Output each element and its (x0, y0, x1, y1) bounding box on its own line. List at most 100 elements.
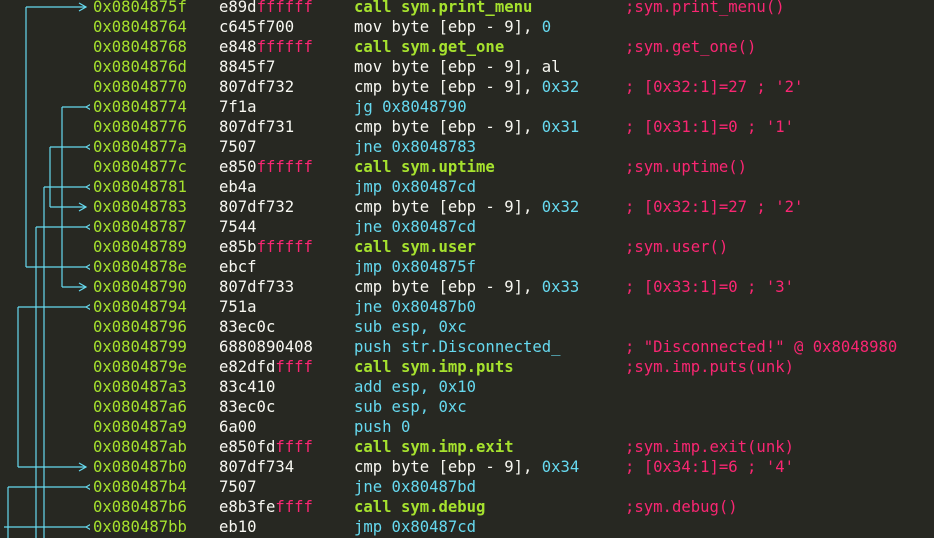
instruction-text[interactable]: call sym.debug (354, 497, 485, 517)
instruction-bytes: 6880890408 (219, 338, 313, 356)
instruction-bytes: 807df732 (219, 198, 295, 216)
instruction-address[interactable]: 0x0804875f (93, 0, 187, 17)
instruction-bytes: e848ffffff (219, 38, 313, 56)
arrow-head (84, 104, 90, 110)
instruction-address[interactable]: 0x080487b6 (93, 497, 187, 517)
instruction-comment: ; "Disconnected!" @ 0x8048980 (625, 338, 898, 356)
instruction-text[interactable]: sub esp, 0xc (354, 397, 467, 417)
instruction-address[interactable]: 0x080487a9 (93, 417, 187, 437)
instruction-text[interactable]: mov byte [ebp - 9], al (354, 57, 561, 77)
instruction-text[interactable]: jne 0x80487b0 (354, 297, 476, 317)
instruction-bytes: 8845f7 (219, 58, 276, 76)
instruction-text[interactable]: call sym.uptime (354, 157, 495, 177)
instruction-address[interactable]: 0x08048790 (93, 277, 187, 297)
instruction-address[interactable]: 0x080487ab (93, 437, 187, 457)
instruction-address[interactable]: 0x08048781 (93, 177, 187, 197)
instruction-bytes: e850fdffff (219, 438, 313, 456)
instruction-address[interactable]: 0x0804879e (93, 357, 187, 377)
instruction-text[interactable]: jmp 0x80487cd (354, 177, 476, 197)
instruction-text[interactable]: jmp 0x804875f (354, 257, 476, 277)
instruction-address[interactable]: 0x08048789 (93, 237, 187, 257)
instruction-text[interactable]: add esp, 0x10 (354, 377, 476, 397)
instruction-address[interactable]: 0x080487a3 (93, 377, 187, 397)
instruction-address[interactable]: 0x08048783 (93, 197, 187, 217)
instruction-text[interactable]: sub esp, 0xc (354, 317, 467, 337)
instruction-address[interactable]: 0x08048770 (93, 77, 187, 97)
instruction-comment: ;sym.user() (625, 238, 729, 256)
instruction-bytes: 807df732 (219, 78, 295, 96)
instruction-text[interactable]: jg 0x8048790 (354, 97, 467, 117)
instruction-address[interactable]: 0x08048774 (93, 97, 187, 117)
instruction-text[interactable]: cmp byte [ebp - 9], 0x34 (354, 457, 579, 477)
instruction-bytes: c645f700 (219, 18, 295, 36)
jump-arrows (4, 2, 90, 538)
instruction-comment: ;sym.uptime() (625, 158, 748, 176)
instruction-address[interactable]: 0x08048776 (93, 117, 187, 137)
instruction-address[interactable]: 0x08048764 (93, 17, 187, 37)
instruction-bytes: 7f1a (219, 98, 257, 116)
instruction-bytes: e82dfdffff (219, 358, 313, 376)
instruction-address[interactable]: 0x080487b0 (93, 457, 187, 477)
instruction-address[interactable]: 0x08048768 (93, 37, 187, 57)
instruction-bytes: e8b3feffff (219, 498, 313, 516)
arrow-head (84, 264, 90, 270)
instruction-comment: ; [0x32:1]=27 ; '2' (625, 78, 804, 96)
instruction-bytes: 7544 (219, 218, 257, 236)
instruction-text[interactable]: jne 0x80487bd (354, 477, 476, 497)
instruction-text[interactable]: call sym.get_one (354, 37, 504, 57)
instruction-bytes: 807df734 (219, 458, 295, 476)
instruction-text[interactable]: jne 0x80487cd (354, 217, 476, 237)
arrow-head (84, 224, 90, 230)
instruction-comment: ; [0x31:1]=0 ; '1' (625, 118, 794, 136)
instruction-bytes: 83ec0c (219, 398, 276, 416)
instruction-address[interactable]: 0x08048794 (93, 297, 187, 317)
instruction-address[interactable]: 0x08048796 (93, 317, 187, 337)
instruction-bytes: 7507 (219, 138, 257, 156)
instruction-text[interactable]: jne 0x8048783 (354, 137, 476, 157)
instruction-text[interactable]: cmp byte [ebp - 9], 0x33 (354, 277, 579, 297)
instruction-text[interactable]: jmp 0x80487cd (354, 517, 476, 537)
instruction-bytes: 7507 (219, 478, 257, 496)
instruction-text[interactable]: call sym.imp.puts (354, 357, 514, 377)
instruction-text[interactable]: cmp byte [ebp - 9], 0x31 (354, 117, 579, 137)
instruction-bytes: 751a (219, 298, 257, 316)
instruction-text[interactable]: push str.Disconnected_ (354, 337, 561, 357)
instruction-text[interactable]: mov byte [ebp - 9], 0 (354, 17, 551, 37)
instruction-comment: ; [0x33:1]=0 ; '3' (625, 278, 794, 296)
instruction-comment: ;sym.get_one() (625, 38, 757, 56)
arrow-head (84, 184, 90, 190)
instruction-bytes: e85bffffff (219, 238, 313, 256)
instruction-comment: ;sym.debug() (625, 498, 738, 516)
instruction-address[interactable]: 0x0804876d (93, 57, 187, 77)
instruction-bytes: eb10 (219, 518, 257, 536)
arrow-head (84, 304, 90, 310)
arrow-head (84, 484, 90, 490)
instruction-bytes: 807df733 (219, 278, 295, 296)
arrow-head (84, 144, 90, 150)
instruction-comment: ;sym.imp.puts(unk) (625, 358, 794, 376)
instruction-bytes: eb4a (219, 178, 257, 196)
instruction-text[interactable]: call sym.imp.exit (354, 437, 514, 457)
instruction-text[interactable]: call sym.print_menu (354, 0, 532, 17)
instruction-bytes: ebcf (219, 258, 257, 276)
instruction-address[interactable]: 0x0804877c (93, 157, 187, 177)
instruction-bytes: 83ec0c (219, 318, 276, 336)
instruction-bytes: 83c410 (219, 378, 276, 396)
instruction-comment: ;sym.print_menu() (625, 0, 785, 16)
instruction-address[interactable]: 0x080487b4 (93, 477, 187, 497)
instruction-comment: ; [0x32:1]=27 ; '2' (625, 198, 804, 216)
instruction-address[interactable]: 0x08048799 (93, 337, 187, 357)
instruction-address[interactable]: 0x08048787 (93, 217, 187, 237)
instruction-text[interactable]: cmp byte [ebp - 9], 0x32 (354, 197, 579, 217)
instruction-comment: ;sym.imp.exit(unk) (625, 438, 794, 456)
instruction-address[interactable]: 0x080487bb (93, 517, 187, 537)
instruction-address[interactable]: 0x0804877a (93, 137, 187, 157)
instruction-text[interactable]: cmp byte [ebp - 9], 0x32 (354, 77, 579, 97)
instruction-text[interactable]: push 0 (354, 417, 410, 437)
instruction-text[interactable]: call sym.user (354, 237, 476, 257)
instruction-address[interactable]: 0x0804878e (93, 257, 187, 277)
instruction-address[interactable]: 0x080487a6 (93, 397, 187, 417)
arrow-head (84, 524, 90, 530)
instruction-bytes: e850ffffff (219, 158, 313, 176)
disassembly-view: 0x0804875f e89dffffff call sym.print_menu;… (0, 0, 934, 538)
